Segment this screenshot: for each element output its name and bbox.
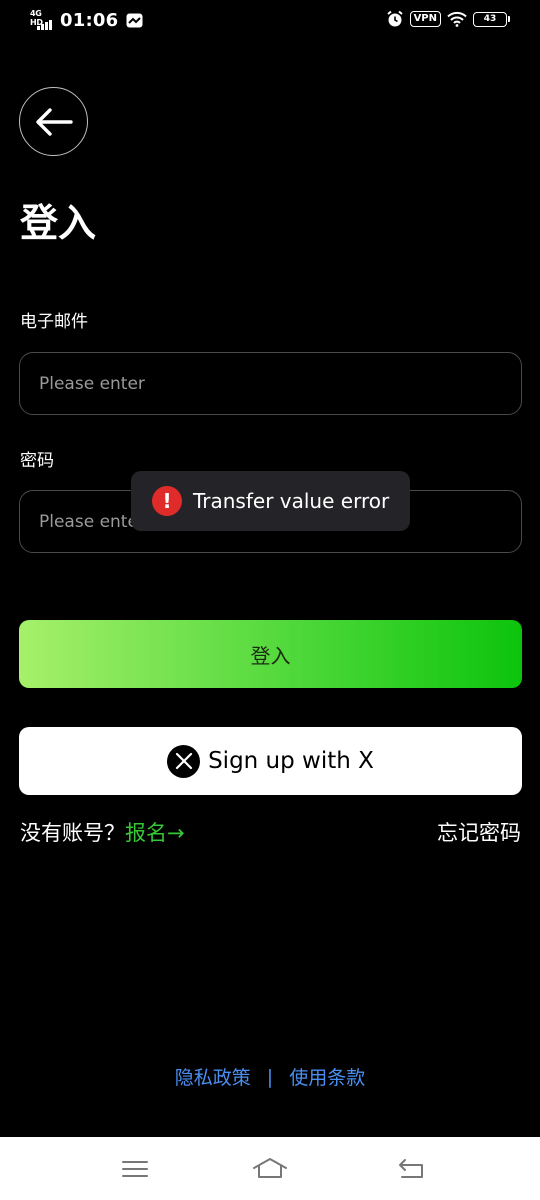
- home-button[interactable]: [252, 1154, 288, 1184]
- terms-of-use-link[interactable]: 使用条款: [289, 1063, 365, 1090]
- alarm-icon: [386, 10, 403, 27]
- exclamation-circle-icon: !: [152, 486, 182, 516]
- sign-up-with-x-button[interactable]: Sign up with X: [19, 727, 522, 795]
- back-nav-button[interactable]: [396, 1154, 426, 1184]
- forgot-password-link[interactable]: 忘记密码: [437, 818, 521, 848]
- status-right: VPN 43: [386, 10, 510, 28]
- battery-indicator: 43: [473, 11, 510, 27]
- error-toast: ! Transfer value error: [131, 471, 410, 531]
- login-button-label: 登入: [250, 643, 291, 668]
- home-icon: [253, 1158, 287, 1178]
- arrow-left-icon: [35, 107, 73, 136]
- sign-up-with-x-label: Sign up with X: [208, 748, 374, 774]
- login-screen: 4G HD 01:06 VPN 43 登入 电子邮件 Please enter …: [0, 0, 540, 1200]
- privacy-policy-link[interactable]: 隐私政策: [175, 1063, 251, 1090]
- wifi-icon: [447, 11, 467, 27]
- footer-links: 隐私政策 | 使用条款: [0, 1063, 540, 1090]
- footer-separator: |: [266, 1065, 274, 1088]
- menu-icon: [122, 1161, 148, 1177]
- message-notification-icon: [126, 13, 143, 27]
- email-field-container: [19, 352, 522, 415]
- signup-link[interactable]: 报名→: [125, 821, 185, 845]
- status-bar: 4G HD 01:06 VPN 43: [0, 0, 540, 40]
- toast-message: Transfer value error: [193, 489, 390, 513]
- vpn-badge: VPN: [409, 11, 441, 27]
- menu-button[interactable]: [120, 1154, 150, 1184]
- back-nav-icon: [399, 1159, 423, 1178]
- status-time: 01:06: [60, 9, 119, 31]
- system-nav-bar: [0, 1137, 540, 1200]
- status-left: 4G HD 01:06: [30, 9, 143, 31]
- signup-prompt: 没有账号？报名→: [20, 818, 185, 848]
- login-button[interactable]: 登入: [19, 620, 522, 688]
- password-label: 密码: [20, 451, 54, 471]
- email-label: 电子邮件: [20, 312, 88, 332]
- page-title: 登入: [20, 201, 97, 245]
- back-button[interactable]: [19, 87, 88, 156]
- x-logo-icon: [167, 744, 201, 778]
- no-account-text: 没有账号？: [20, 821, 125, 845]
- email-field[interactable]: [20, 353, 521, 414]
- battery-level: 43: [473, 11, 507, 27]
- cellular-signal-icon: 4G HD: [30, 9, 56, 31]
